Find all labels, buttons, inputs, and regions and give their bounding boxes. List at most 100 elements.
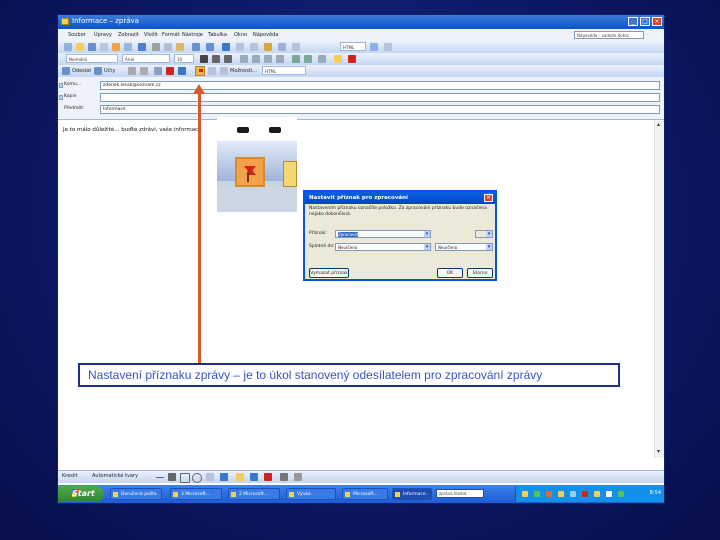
fill-color-icon[interactable]	[236, 473, 244, 481]
clear-flag-button[interactable]: Vymazat příznak	[309, 268, 349, 278]
new-icon[interactable]	[64, 43, 72, 51]
taskbar-item[interactable]: Microsoft...	[342, 488, 388, 500]
menu-nastroje[interactable]: Nástroje	[182, 32, 203, 38]
bullets-icon[interactable]	[304, 55, 312, 63]
minimize-button[interactable]: _	[628, 17, 638, 26]
font-select[interactable]: Arial	[122, 54, 170, 63]
menu-soubor[interactable]: Soubor	[68, 32, 86, 38]
rectangle-icon[interactable]	[180, 473, 190, 483]
tray-icon[interactable]	[606, 491, 612, 497]
attach-icon[interactable]	[128, 67, 136, 75]
tray-icon[interactable]	[558, 491, 564, 497]
cancel-button[interactable]: Storno	[467, 268, 493, 278]
spelling-icon[interactable]	[138, 43, 146, 51]
taskbar-item[interactable]: 3 Microsoft...	[170, 488, 222, 500]
ok-button[interactable]: OK	[437, 268, 463, 278]
tray-icon[interactable]	[618, 491, 624, 497]
arrow-icon[interactable]	[168, 473, 176, 481]
taskbar-item[interactable]: Výuka	[286, 488, 336, 500]
cut-icon[interactable]	[152, 43, 160, 51]
dialog-close-button[interactable]: ×	[484, 194, 493, 202]
read-icon[interactable]	[384, 43, 392, 51]
numbering-icon[interactable]	[292, 55, 300, 63]
print-icon[interactable]	[112, 43, 120, 51]
tray-icon[interactable]	[546, 491, 552, 497]
message-body[interactable]: Je to málo důležité... buďte zdrávi, vaš…	[58, 120, 654, 458]
tray-icon[interactable]	[522, 491, 528, 497]
align-center-icon[interactable]	[252, 55, 260, 63]
align-right-icon[interactable]	[264, 55, 272, 63]
line-icon[interactable]	[156, 477, 164, 478]
taskbar-search-input[interactable]: zpráva hledat	[436, 489, 484, 498]
columns-icon[interactable]	[250, 43, 258, 51]
font-color-icon[interactable]	[348, 55, 356, 63]
redo-icon[interactable]	[206, 43, 214, 51]
menu-upravy[interactable]: Úpravy	[94, 32, 112, 38]
help-icon[interactable]	[370, 43, 378, 51]
message-format-select[interactable]: HTML	[262, 66, 306, 75]
undo-icon[interactable]	[192, 43, 200, 51]
paste-icon[interactable]	[176, 43, 184, 51]
menu-format[interactable]: Formát	[162, 32, 180, 38]
send-button[interactable]: Odeslat	[72, 66, 91, 76]
menu-napoveda[interactable]: Nápověda	[253, 32, 278, 38]
textbox-icon[interactable]	[206, 473, 214, 481]
taskbar-item[interactable]: 2 Microsoft...	[228, 488, 280, 500]
tray-icon[interactable]	[582, 491, 588, 497]
hyperlink-icon[interactable]	[222, 43, 230, 51]
tray-icon[interactable]	[594, 491, 600, 497]
tray-icon[interactable]	[570, 491, 576, 497]
save-icon[interactable]	[88, 43, 96, 51]
close-button[interactable]: ×	[652, 17, 662, 26]
indent-icon[interactable]	[318, 55, 326, 63]
menu-tabulka[interactable]: Tabulka	[208, 32, 227, 38]
italic-icon[interactable]	[212, 55, 220, 63]
importance-low-icon[interactable]	[178, 67, 186, 75]
menu-vlozit[interactable]: Vložit	[144, 32, 158, 38]
tray-icon[interactable]	[534, 491, 540, 497]
options-icon[interactable]	[220, 67, 228, 75]
justify-icon[interactable]	[276, 55, 284, 63]
taskbar-item-active[interactable]: Informace...	[392, 488, 432, 500]
subject-field[interactable]: Informace	[100, 105, 660, 114]
importance-high-icon[interactable]	[166, 67, 174, 75]
due-date-select[interactable]: Neurčeno	[335, 243, 431, 251]
help-search-input[interactable]: Nápověda – zadejte dotaz	[574, 31, 644, 39]
flag-to-select[interactable]: Zpracovat	[335, 230, 431, 238]
permission-icon[interactable]	[100, 43, 108, 51]
bold-icon[interactable]	[200, 55, 208, 63]
send-icon[interactable]	[62, 67, 70, 75]
style-select[interactable]: Normální	[66, 54, 118, 63]
zoom-select[interactable]: HTML	[340, 42, 366, 51]
menu-okno[interactable]: Okno	[234, 32, 247, 38]
due-time-select[interactable]: Neurčeno	[435, 243, 493, 251]
oval-icon[interactable]	[192, 473, 202, 483]
line-style-icon[interactable]	[280, 473, 288, 481]
permission-button-icon[interactable]	[208, 67, 216, 75]
accounts-icon[interactable]	[94, 67, 102, 75]
underline-icon[interactable]	[224, 55, 232, 63]
message-body-text[interactable]: Je to málo důležité... buďte zdrávi, vaš…	[63, 127, 202, 133]
show-hide-icon[interactable]	[292, 43, 300, 51]
to-field[interactable]: zdenek.lesak@seznam.cz	[100, 81, 660, 90]
draw-menu[interactable]: Kreslit	[62, 471, 78, 481]
address-book-icon[interactable]	[140, 67, 148, 75]
scroll-down-icon[interactable]: ▾	[657, 448, 660, 455]
preview-icon[interactable]	[124, 43, 132, 51]
menu-zobrazit[interactable]: Zobrazit	[118, 32, 139, 38]
start-button[interactable]: Start	[58, 486, 104, 502]
text-color-icon[interactable]	[264, 473, 272, 481]
check-names-icon[interactable]	[154, 67, 162, 75]
highlight-icon[interactable]	[334, 55, 342, 63]
options-button[interactable]: Možnosti...	[230, 66, 257, 76]
maximize-button[interactable]: □	[640, 17, 650, 26]
cc-label[interactable]: Kopie	[64, 94, 76, 99]
accounts-button[interactable]: Účty	[104, 66, 115, 76]
document-map-icon[interactable]	[278, 43, 286, 51]
align-left-icon[interactable]	[240, 55, 248, 63]
line-color-icon[interactable]	[250, 473, 258, 481]
open-icon[interactable]	[76, 43, 84, 51]
autoshapes-menu[interactable]: Automatické tvary	[92, 471, 138, 481]
copy-icon[interactable]	[164, 43, 172, 51]
wordart-icon[interactable]	[220, 473, 228, 481]
